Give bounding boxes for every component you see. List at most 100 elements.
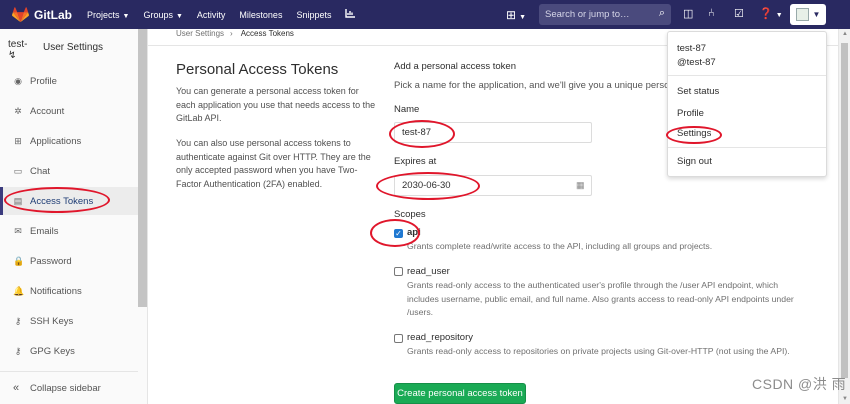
read-repository-scope-description: Grants read-only access to repositories … bbox=[407, 346, 790, 356]
api-scope-description: Grants complete read/write access to the… bbox=[407, 241, 713, 251]
gitlab-logo[interactable]: GitLab bbox=[12, 6, 76, 23]
emails-icon: ✉ bbox=[14, 225, 22, 236]
dropdown-divider bbox=[668, 75, 826, 76]
form-heading: Add a personal access token bbox=[394, 61, 516, 72]
chevron-down-icon: ▼ bbox=[775, 12, 783, 19]
nav-milestones[interactable]: Milestones bbox=[239, 10, 282, 20]
sidebar-item-access-tokens[interactable]: ▤ Access Tokens bbox=[0, 187, 138, 215]
sidebar-item-account[interactable]: ✲ Account bbox=[0, 97, 138, 125]
breadcrumb-separator-icon: › bbox=[230, 29, 233, 38]
access-tokens-icon: ▤ bbox=[13, 195, 23, 206]
search-icon: ⌕ bbox=[658, 7, 665, 19]
dropdown-divider bbox=[668, 147, 826, 148]
form-subheading: Pick a name for the application, and we'… bbox=[394, 80, 680, 91]
new-item-button[interactable]: ⊞ ▼ bbox=[506, 8, 526, 22]
sidebar-item-label: Notifications bbox=[30, 285, 82, 297]
gitlab-tanuki-icon bbox=[12, 6, 29, 22]
chevron-down-icon: ▼ bbox=[519, 14, 526, 21]
user-menu-button[interactable]: ▼ bbox=[790, 4, 826, 25]
sidebar-item-gpg-keys[interactable]: ⚷ GPG Keys bbox=[0, 337, 138, 365]
read-repository-scope-checkbox[interactable] bbox=[394, 334, 403, 343]
nav-groups-label: Groups bbox=[143, 9, 173, 20]
gpg-keys-icon: ⚷ bbox=[14, 345, 22, 356]
sidebar-item-applications[interactable]: ⊞ Applications bbox=[0, 127, 138, 155]
sidebar-item-password[interactable]: 🔒 Password bbox=[0, 247, 138, 275]
dropdown-profile[interactable]: Profile bbox=[677, 108, 704, 119]
page-scrollbar[interactable]: ▲ ▼ bbox=[838, 29, 850, 404]
sidebar-item-label: Emails bbox=[30, 225, 59, 237]
password-icon: 🔒 bbox=[13, 255, 25, 266]
sidebar-item-label: Profile bbox=[30, 75, 57, 87]
dropdown-user-name: test-87 bbox=[677, 43, 707, 54]
chevron-down-icon: ▼ bbox=[175, 12, 183, 20]
read-user-scope-checkbox[interactable] bbox=[394, 267, 403, 276]
token-name-input[interactable] bbox=[394, 122, 592, 143]
sidebar-item-ssh-keys[interactable]: ⚷ SSH Keys bbox=[0, 307, 138, 335]
scroll-up-icon[interactable]: ▲ bbox=[842, 31, 848, 37]
user-dropdown-menu: test-87 @test-87 Set status Profile Sett… bbox=[667, 31, 827, 177]
collapse-sidebar-button[interactable]: « Collapse sidebar bbox=[0, 371, 138, 404]
sidebar-item-emails[interactable]: ✉ Emails bbox=[0, 217, 138, 245]
admin-chart-icon[interactable] bbox=[345, 9, 356, 20]
sidebar-item-label: SSH Keys bbox=[30, 315, 74, 327]
top-navbar: GitLab Projects ▼ Groups ▼ Activity Milest… bbox=[0, 0, 850, 29]
sidebar-header: test- ↯ User Settings bbox=[8, 39, 103, 61]
brand-name: GitLab bbox=[34, 7, 72, 22]
scopes-label: Scopes bbox=[394, 209, 426, 220]
scrollbar-thumb[interactable] bbox=[841, 43, 848, 378]
api-scope-checkbox[interactable]: ✓ bbox=[394, 229, 403, 238]
nav-snippets[interactable]: Snippets bbox=[296, 10, 331, 20]
help-icon[interactable]: ❓ ▼ bbox=[759, 7, 783, 20]
sidebar-item-label: GPG Keys bbox=[30, 345, 75, 357]
sidebar-avatar[interactable]: test- ↯ bbox=[8, 39, 34, 61]
expires-label: Expires at bbox=[394, 156, 437, 167]
chevron-down-icon: ▼ bbox=[812, 10, 821, 19]
sidebar-item-profile[interactable]: ◉ Profile bbox=[0, 67, 138, 95]
main-nav: Projects ▼ Groups ▼ Activity Milestones Sn… bbox=[87, 9, 369, 20]
calendar-icon[interactable]: ▦ bbox=[576, 180, 585, 191]
scroll-down-icon[interactable]: ▼ bbox=[842, 396, 848, 402]
dropdown-settings[interactable]: Settings bbox=[677, 128, 711, 139]
read-user-scope-label: read_user bbox=[407, 266, 450, 277]
sidebar-item-notifications[interactable]: 🔔 Notifications bbox=[0, 277, 138, 305]
dropdown-set-status[interactable]: Set status bbox=[677, 86, 719, 97]
dropdown-username: @test-87 bbox=[677, 57, 716, 68]
page-description-1: You can generate a personal access token… bbox=[176, 86, 376, 123]
nav-groups[interactable]: Groups ▼ bbox=[143, 10, 182, 20]
read-repository-scope-label: read_repository bbox=[407, 332, 474, 343]
expires-at-input[interactable] bbox=[394, 175, 592, 196]
double-chevron-left-icon: « bbox=[13, 382, 20, 394]
nav-projects[interactable]: Projects ▼ bbox=[87, 10, 129, 20]
avatar bbox=[795, 8, 809, 21]
sidebar-title: User Settings bbox=[43, 42, 104, 53]
sidebar-item-label: Account bbox=[30, 105, 65, 117]
merge-requests-icon[interactable]: ⑃ bbox=[708, 7, 715, 19]
create-token-button[interactable]: Create personal access token bbox=[394, 383, 526, 404]
nav-projects-label: Projects bbox=[87, 9, 120, 20]
chevron-down-icon: ▼ bbox=[122, 12, 130, 20]
applications-icon: ⊞ bbox=[14, 135, 22, 146]
nav-activity[interactable]: Activity bbox=[197, 10, 226, 20]
todos-icon[interactable]: ☑ bbox=[734, 7, 744, 20]
sidebar-item-label: Chat bbox=[30, 165, 51, 177]
sidebar-item-chat[interactable]: ▭ Chat bbox=[0, 157, 138, 185]
sidebar-item-label: Applications bbox=[30, 135, 82, 147]
dropdown-sign-out[interactable]: Sign out bbox=[677, 156, 712, 167]
chat-icon: ▭ bbox=[13, 165, 23, 176]
watermark: CSDN @洪 雨 bbox=[752, 376, 847, 392]
sidebar-item-label: Password bbox=[30, 255, 72, 267]
search-placeholder: Search or jump to… bbox=[545, 9, 630, 20]
breadcrumb-parent[interactable]: User Settings bbox=[176, 29, 224, 38]
api-scope-label: api bbox=[407, 227, 421, 238]
ssh-keys-icon: ⚷ bbox=[14, 315, 22, 326]
account-icon: ✲ bbox=[14, 105, 22, 116]
page-description-2: You can also use personal access tokens … bbox=[176, 138, 371, 189]
search-input[interactable]: Search or jump to… ⌕ bbox=[539, 4, 671, 25]
sidebar-scrollbar[interactable] bbox=[138, 29, 147, 307]
collapse-sidebar-label: Collapse sidebar bbox=[30, 382, 101, 394]
breadcrumb-current: Access Tokens bbox=[240, 29, 294, 38]
breadcrumb: User Settings › Access Tokens bbox=[176, 29, 294, 39]
page-title: Personal Access Tokens bbox=[176, 61, 339, 78]
issues-icon[interactable]: ◫ bbox=[683, 7, 693, 20]
name-label: Name bbox=[394, 104, 420, 115]
